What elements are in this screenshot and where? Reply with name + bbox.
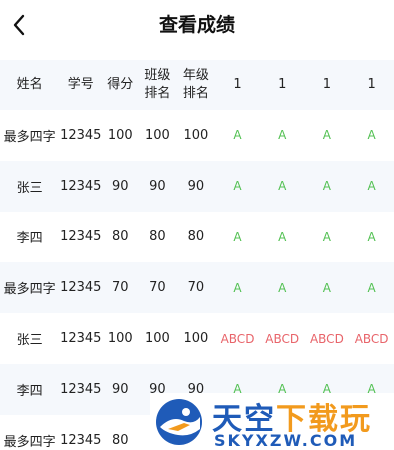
- table-row[interactable]: 张三 12345 100 100 100 ABCD ABCD ABCD ABCD: [0, 313, 394, 364]
- column-header: 得分: [107, 77, 134, 92]
- score-table-container[interactable]: 姓名 学号 得分 班级 排名 年级 排名 1 1 1 1 最多四字 12345 100 100 100 A…: [0, 60, 394, 450]
- cell-name: 最多四字: [3, 129, 56, 145]
- cell-grade-rank: 90: [187, 178, 205, 194]
- cell-name: 李四: [16, 383, 43, 399]
- column-header: 班级 排名: [144, 68, 171, 101]
- cell-grade: A: [278, 280, 287, 295]
- cell-grade: A: [233, 229, 242, 244]
- cell-id: 12345: [60, 229, 102, 245]
- cell-grade-rank: 70: [187, 280, 205, 296]
- cell-grade-rank: 100: [183, 331, 209, 347]
- cell-score: 80: [111, 432, 129, 448]
- column-header: 1: [233, 77, 242, 92]
- table-row[interactable]: 李四 12345 80 80 80 A A A A: [0, 211, 394, 263]
- watermark-url: SKYXZW.COM: [214, 431, 358, 450]
- cell-score: 90: [111, 178, 129, 194]
- column-header: 姓名: [16, 77, 43, 92]
- column-header: 1: [278, 77, 287, 92]
- cell-name: 张三: [16, 180, 43, 196]
- cell-grade-rank: 100: [183, 127, 209, 143]
- column-header: 1: [322, 77, 332, 92]
- cell-id: 12345: [60, 432, 102, 448]
- column-header: 学号: [67, 77, 94, 92]
- cell-grade: A: [322, 229, 331, 244]
- cell-grade: A: [367, 229, 376, 244]
- sky-logo-icon: [156, 399, 202, 445]
- cell-score: 70: [111, 280, 129, 296]
- cell-name: 最多四字: [3, 434, 56, 450]
- cell-grade: ABCD: [220, 331, 255, 346]
- cell-id: 12345: [60, 178, 102, 194]
- cell-grade: ABCD: [265, 331, 300, 346]
- cell-score: 90: [111, 381, 129, 397]
- column-header: 年级 排名: [182, 68, 209, 101]
- cell-score: 100: [107, 127, 133, 143]
- cell-grade: A: [322, 128, 331, 143]
- cell-id: 12345: [60, 381, 102, 397]
- cell-grade: A: [367, 280, 376, 295]
- cell-id: 12345: [60, 127, 102, 143]
- cell-grade: A: [367, 128, 376, 143]
- table-row[interactable]: 张三 12345 90 90 90 A A A A: [0, 160, 394, 212]
- cell-grade: A: [278, 179, 287, 194]
- table-header-row: 姓名 学号 得分 班级 排名 年级 排名 1 1 1 1: [0, 60, 394, 110]
- cell-class-rank: 90: [149, 178, 166, 194]
- cell-grade: A: [367, 179, 376, 194]
- site-watermark: 天空下载玩 SKYXZW.COM: [150, 393, 394, 450]
- cell-id: 12345: [60, 280, 102, 296]
- cell-name: 张三: [16, 333, 43, 349]
- page-title: 查看成绩: [158, 14, 235, 36]
- cell-grade: A: [278, 229, 287, 244]
- cell-grade: A: [322, 280, 331, 295]
- cell-name: 最多四字: [3, 282, 56, 298]
- cell-grade: A: [278, 128, 287, 143]
- cell-score: 80: [111, 229, 129, 245]
- table-row[interactable]: 最多四字 12345 70 70 70 A A A A: [0, 262, 394, 314]
- cell-grade: ABCD: [354, 331, 389, 346]
- cell-name: 李四: [16, 231, 43, 247]
- cell-grade-rank: 80: [187, 229, 205, 245]
- column-header: 1: [367, 77, 376, 92]
- cell-grade: A: [233, 280, 242, 295]
- cell-class-rank: 80: [149, 229, 166, 245]
- cell-class-rank: 70: [149, 280, 166, 296]
- cell-grade: A: [322, 179, 331, 194]
- cell-grade: A: [233, 179, 242, 194]
- table-row[interactable]: 最多四字 12345 100 100 100 A A A A: [0, 110, 394, 161]
- cell-id: 12345: [60, 331, 102, 347]
- cell-grade: ABCD: [309, 331, 344, 346]
- cell-class-rank: 100: [144, 331, 170, 347]
- top-nav-bar: 查看成绩: [0, 0, 394, 50]
- cell-score: 100: [107, 331, 133, 347]
- cell-grade: A: [233, 128, 242, 143]
- score-table: 姓名 学号 得分 班级 排名 年级 排名 1 1 1 1 最多四字 12345 100 100 100 A…: [0, 60, 394, 450]
- cell-class-rank: 100: [144, 127, 170, 143]
